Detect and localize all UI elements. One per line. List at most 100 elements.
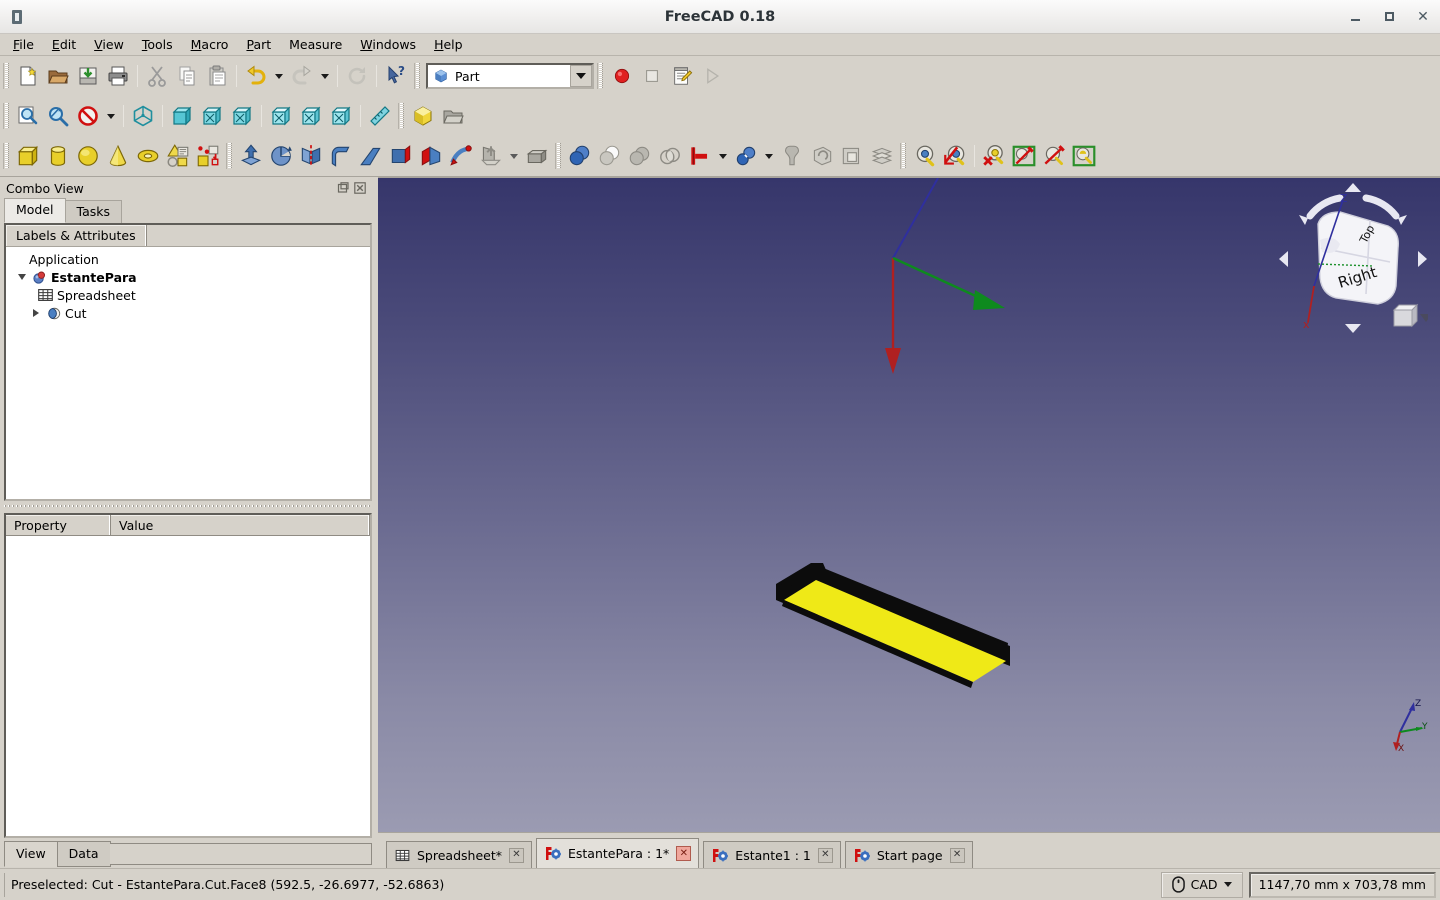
macro-stop-icon[interactable] [637,61,667,91]
macro-record-icon[interactable] [607,61,637,91]
toolbar-grip[interactable] [414,63,421,89]
fillet-icon[interactable] [326,141,356,171]
box-icon[interactable] [13,141,43,171]
offset-dropdown-icon[interactable] [510,153,518,159]
split-icon[interactable] [777,141,807,171]
model-part-cut[interactable] [718,548,1038,728]
new-document-icon[interactable] [13,61,43,91]
float-panel-icon[interactable] [336,182,349,195]
panel-splitter[interactable] [4,503,372,511]
ruled-surface-icon[interactable] [386,141,416,171]
minimize-icon[interactable] [1338,0,1372,34]
save-document-icon[interactable] [73,61,103,91]
refresh-icon[interactable] [342,61,372,91]
tree-header-labels[interactable]: Labels & Attributes [6,225,147,246]
value-column-header[interactable]: Value [111,515,370,535]
close-tab-icon[interactable]: ✕ [949,847,965,863]
property-editor-body[interactable] [6,536,370,836]
toolbar-grip[interactable] [3,143,10,169]
macro-execute-icon[interactable] [697,61,727,91]
toolbar-grip[interactable] [900,143,907,169]
create-part-icon[interactable] [408,101,438,131]
fit-all-icon[interactable] [13,101,43,131]
create-group-icon[interactable] [438,101,468,131]
rear-view-icon[interactable] [266,101,296,131]
cut-icon[interactable] [142,61,172,91]
navigation-cube[interactable]: Z x Top Right [1278,182,1428,342]
tab-view[interactable]: View [4,841,58,867]
cut-icon-bool[interactable] [595,141,625,171]
front-view-icon[interactable] [167,101,197,131]
menu-view[interactable]: View [85,34,133,55]
mirror-icon[interactable] [296,141,326,171]
toolbar-grip[interactable] [555,143,562,169]
toolbar-grip[interactable] [3,103,10,129]
box-element-selection-icon[interactable] [1009,141,1039,171]
doc-tab-estante1[interactable]: Estante1 : 1 ✕ [703,841,841,868]
close-tab-icon[interactable]: ✕ [509,847,524,863]
doc-tab-estantepara[interactable]: EstantePara : 1* ✕ [536,838,700,868]
workbench-selector[interactable]: Part [426,63,594,89]
close-tab-icon[interactable]: ✕ [817,847,833,863]
cylinder-icon[interactable] [43,141,73,171]
tab-data[interactable]: Data [56,841,111,867]
close-panel-icon[interactable] [353,182,366,195]
torus-icon[interactable] [133,141,163,171]
chamfer-icon[interactable] [356,141,386,171]
navigation-style-selector[interactable]: CAD [1160,871,1243,898]
tab-model[interactable]: Model [4,198,66,223]
whats-this-icon[interactable]: ? [381,61,411,91]
intersection-icon[interactable] [655,141,685,171]
redo-dropdown-icon[interactable] [321,73,329,79]
check-geometry-icon[interactable] [837,141,867,171]
loft-icon[interactable] [416,141,446,171]
thickness-icon[interactable] [522,141,552,171]
menu-edit[interactable]: Edit [43,34,85,55]
menu-windows[interactable]: Windows [351,34,425,55]
hide-selection-icon[interactable] [940,141,970,171]
toolbar-grip[interactable] [398,103,405,129]
menu-tools[interactable]: Tools [133,34,182,55]
copy-icon[interactable] [172,61,202,91]
3d-viewport[interactable]: Z x Top Right Z Y X [378,177,1440,832]
union-icon[interactable] [625,141,655,171]
draw-style-icon[interactable] [73,101,103,131]
create-primitives-icon[interactable] [163,141,193,171]
shape-builder-icon[interactable] [193,141,223,171]
draw-style-dropdown-icon[interactable] [107,113,115,119]
tree-item-estantepara[interactable]: EstantePara [6,268,370,286]
chevron-down-icon[interactable] [570,65,592,87]
close-icon[interactable]: ✕ [1406,0,1440,34]
paste-icon[interactable] [202,61,232,91]
menu-macro[interactable]: Macro [182,34,238,55]
tab-tasks[interactable]: Tasks [64,200,123,223]
join-dropdown-icon[interactable] [765,153,773,159]
revolve-icon[interactable] [266,141,296,171]
property-column-header[interactable]: Property [6,515,111,535]
cone-icon[interactable] [103,141,133,171]
left-view-icon[interactable] [326,101,356,131]
chevron-down-icon[interactable] [1223,882,1232,887]
sweep-icon[interactable] [446,141,476,171]
open-document-icon[interactable] [43,61,73,91]
extrude-icon[interactable] [236,141,266,171]
top-view-icon[interactable] [197,101,227,131]
toolbar-grip[interactable] [597,63,604,89]
box-selection-icon[interactable] [1039,141,1069,171]
undo-icon[interactable] [241,61,271,91]
bottom-view-icon[interactable] [296,101,326,131]
menu-help[interactable]: Help [425,34,472,55]
close-tab-icon[interactable]: ✕ [676,846,692,861]
chevron-down-icon[interactable] [14,274,30,280]
chevron-right-icon[interactable] [28,309,44,317]
tree-item-cut[interactable]: Cut [6,304,370,322]
deselect-icon[interactable] [979,141,1009,171]
measure-icon[interactable] [365,101,395,131]
select-visible-icon[interactable] [910,141,940,171]
toolbar-grip[interactable] [3,63,10,89]
menu-measure[interactable]: Measure [280,34,351,55]
menu-part[interactable]: Part [237,34,280,55]
tree-body[interactable]: Application EstantePara Spreadsheet Cut [6,247,370,499]
redo-icon[interactable] [287,61,317,91]
right-view-icon[interactable] [227,101,257,131]
